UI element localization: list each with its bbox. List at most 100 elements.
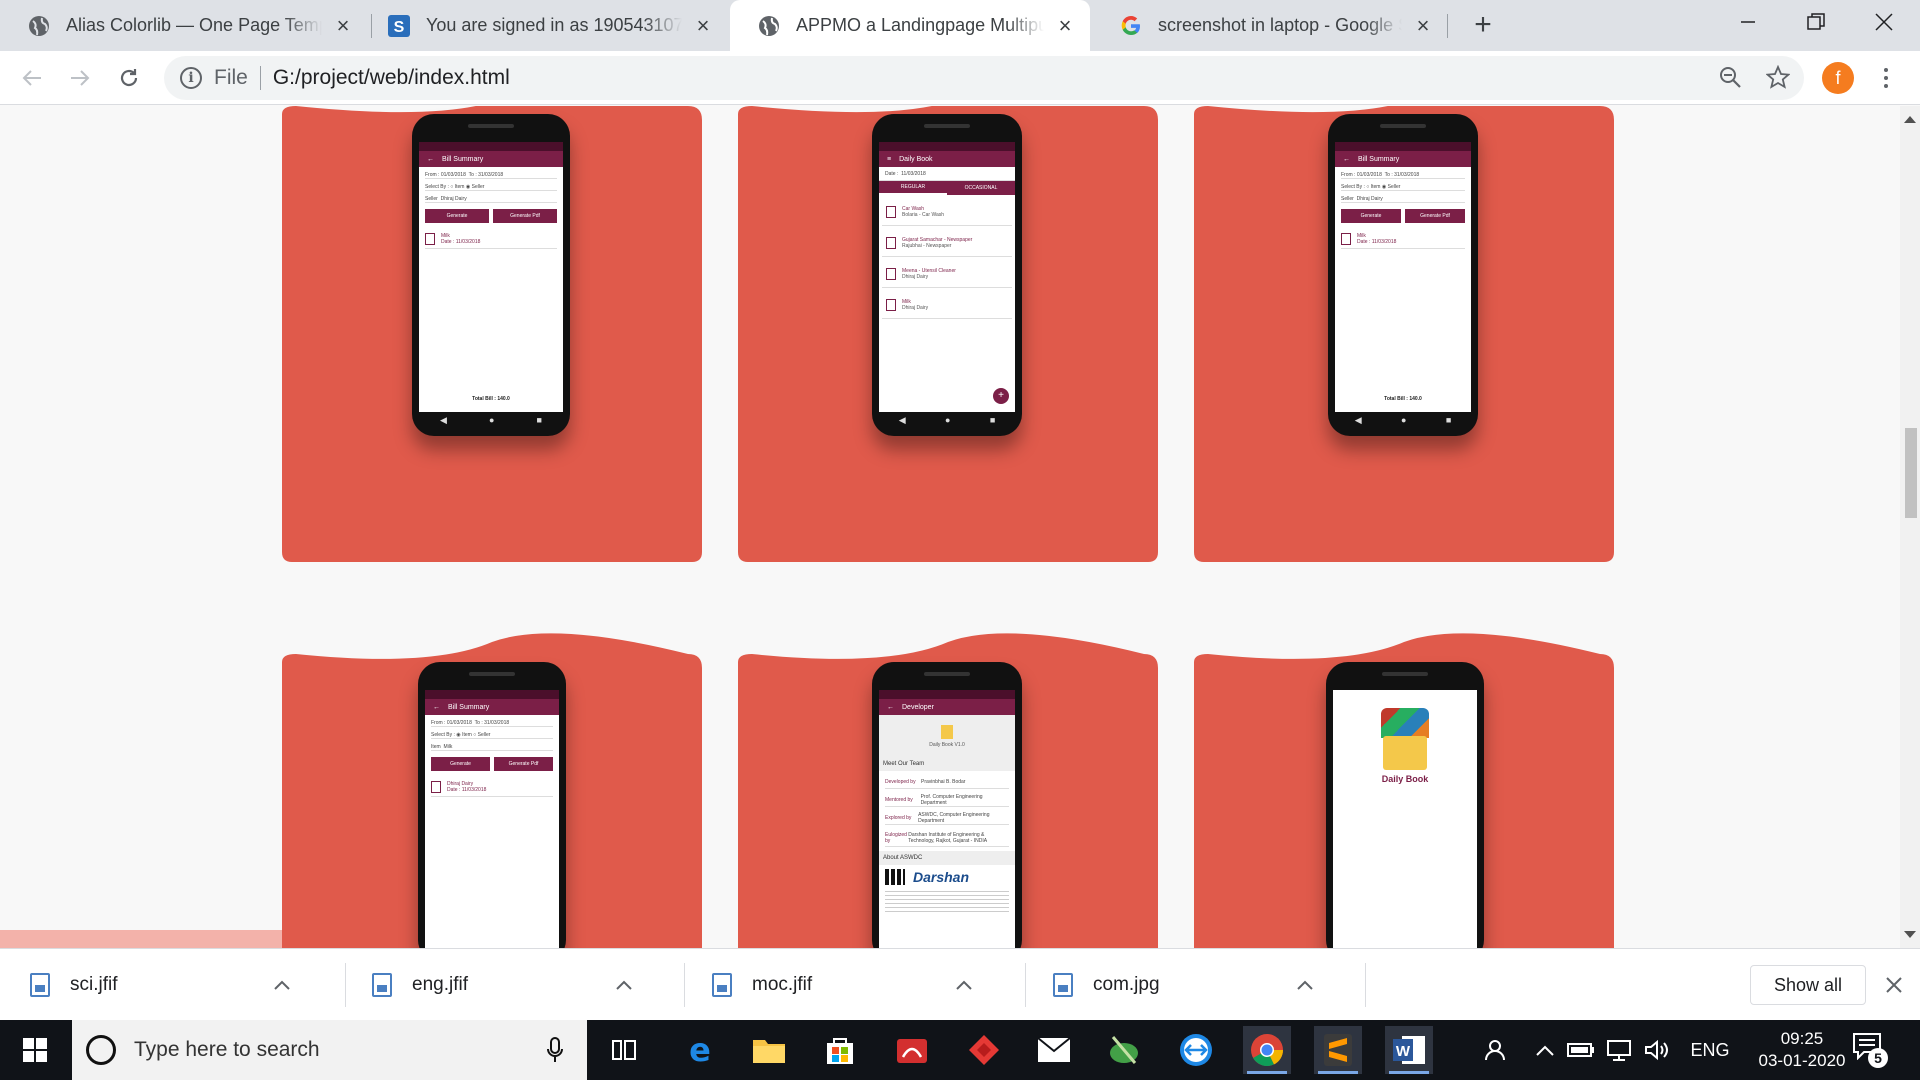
from-date: 01/03/2018 — [1356, 171, 1382, 178]
screenshot-card[interactable]: ← Bill Summary From : 01/03/2018 To : 31/… — [282, 626, 702, 948]
start-button[interactable] — [0, 1020, 70, 1080]
download-filename: eng.jfif — [412, 974, 468, 995]
chevron-up-icon[interactable] — [1293, 973, 1317, 997]
download-item[interactable]: moc.jfif — [712, 949, 976, 1021]
language-indicator[interactable]: ENG — [1680, 1020, 1740, 1080]
recents-nav-icon: ■ — [989, 415, 996, 425]
action-center-button[interactable]: 5 — [1852, 1032, 1888, 1068]
bookmark-button[interactable] — [1762, 61, 1794, 93]
tab-separator — [1447, 14, 1448, 38]
chevron-up-icon[interactable] — [270, 973, 294, 997]
browser-menu-button[interactable] — [1874, 62, 1898, 94]
restore-button[interactable] — [1782, 0, 1850, 44]
acrobat-app[interactable] — [888, 1026, 936, 1074]
seller-row: Seller Dhiraj Dairy — [1341, 195, 1465, 203]
svg-text:e: e — [689, 1033, 711, 1067]
back-button[interactable] — [15, 61, 49, 95]
anydesk-app[interactable] — [960, 1026, 1008, 1074]
status-bar — [879, 142, 1015, 151]
list-item: Milk Date : 11/03/2018 — [1341, 229, 1465, 249]
select-by-label: Select By : — [1341, 183, 1365, 190]
mail-app[interactable] — [1030, 1026, 1078, 1074]
team-role: Mentored by — [885, 796, 913, 803]
recents-nav-icon: ■ — [536, 415, 542, 425]
date-row: Date : 11/03/2018 — [879, 167, 1015, 181]
screen-title: Developer — [902, 703, 934, 711]
snipping-app[interactable] — [1100, 1026, 1148, 1074]
reload-button[interactable] — [112, 61, 146, 95]
show-all-button[interactable]: Show all — [1750, 965, 1866, 1005]
taskbar-search[interactable]: Type here to search — [72, 1020, 587, 1080]
microphone-icon[interactable] — [547, 1036, 563, 1064]
daily-book-logo — [1379, 708, 1431, 770]
profile-avatar[interactable]: f — [1822, 62, 1854, 94]
phone-mockup: ≡ Daily Book Date : 11/03/2018 REGULAR OCC… — [872, 114, 1022, 436]
screenshot-card[interactable]: ← Developer Daily Book V1.0 Meet Our Team… — [738, 626, 1158, 948]
network-button[interactable] — [1602, 1020, 1636, 1080]
tab-signed-in[interactable]: S You are signed in as 1905431070 × — [360, 0, 728, 51]
google-icon — [1120, 15, 1142, 37]
screenshot-card[interactable]: ← Bill Summary From : 01/03/2018 To : 31/… — [1194, 106, 1614, 562]
info-icon[interactable]: i — [180, 67, 202, 89]
scrollbar-thumb[interactable] — [1905, 428, 1917, 518]
download-item[interactable]: com.jpg — [1053, 949, 1317, 1021]
status-bar — [425, 690, 559, 699]
generate-pdf-button: Generate Pdf — [493, 209, 557, 223]
team-row: Developed by Pravinbhai B. Bodar — [885, 775, 1009, 789]
minimize-button[interactable] — [1714, 0, 1782, 44]
item-detail: Date : 11/03/2018 — [447, 786, 487, 793]
url-text[interactable]: G:/project/web/index.html — [273, 66, 510, 90]
sublime-app[interactable] — [1314, 1026, 1362, 1074]
edge-app[interactable]: e — [676, 1026, 724, 1074]
tray-overflow-button[interactable] — [1530, 1020, 1560, 1080]
teamviewer-app[interactable] — [1172, 1026, 1220, 1074]
select-by-row: Select By : ○ Item ◉ Seller — [1341, 183, 1465, 191]
close-icon[interactable]: × — [692, 14, 714, 37]
screenshot-card[interactable]: ← Bill Summary From : 01/03/2018 To : 31/… — [282, 106, 702, 562]
address-bar[interactable]: i File G:/project/web/index.html — [164, 56, 1804, 100]
screenshot-card[interactable]: Daily Book — [1194, 626, 1614, 948]
app-header: ← Bill Summary — [425, 699, 559, 715]
download-item[interactable]: eng.jfif — [372, 949, 636, 1021]
file-explorer-app[interactable] — [745, 1026, 793, 1074]
scroll-up-icon[interactable] — [1904, 116, 1916, 123]
item-title: Gujarat Samachar - Newspaper — [902, 236, 973, 243]
close-downloads-button[interactable] — [1880, 971, 1908, 999]
tab-google-search[interactable]: screenshot in laptop - Google Search × — [1092, 0, 1448, 51]
screen-title: Bill Summary — [442, 155, 484, 163]
battery-button[interactable] — [1564, 1020, 1598, 1080]
team-title: Meet Our Team — [879, 757, 1015, 771]
item-detail: Date : 11/03/2018 — [1357, 238, 1397, 245]
dot — [1884, 76, 1888, 80]
close-icon[interactable]: × — [1412, 14, 1434, 37]
chevron-up-icon[interactable] — [612, 973, 636, 997]
volume-button[interactable] — [1640, 1020, 1674, 1080]
tab-appmo[interactable]: APPMO a Landingpage Multipurpose × — [730, 0, 1090, 51]
chevron-up-icon[interactable] — [952, 973, 976, 997]
forward-button[interactable] — [63, 61, 97, 95]
tab-bar: REGULAR OCCASIONAL — [879, 181, 1015, 195]
zoom-out-icon — [1720, 67, 1741, 88]
phone-speaker — [924, 124, 970, 128]
note-icon — [886, 298, 896, 311]
diamond-app-icon — [969, 1035, 999, 1065]
tab-title: You are signed in as 1905431070 — [426, 15, 682, 35]
store-app[interactable] — [816, 1026, 864, 1074]
close-icon[interactable]: × — [1054, 14, 1076, 37]
chrome-app[interactable] — [1243, 1026, 1291, 1074]
scroll-down-icon[interactable] — [1904, 931, 1916, 938]
people-button[interactable] — [1476, 1020, 1516, 1080]
screenshot-card[interactable]: ≡ Daily Book Date : 11/03/2018 REGULAR OCC… — [738, 106, 1158, 562]
option-item: Item — [454, 183, 465, 190]
tab-alias-colorlib[interactable]: Alias Colorlib — One Page Template × — [0, 0, 368, 51]
clock[interactable]: 09:25 03-01-2020 — [1756, 1028, 1848, 1072]
page-scrollbar[interactable] — [1900, 106, 1920, 948]
app-screen-bill-summary: ← Bill Summary From : 01/03/2018 To : 31/… — [419, 142, 563, 412]
close-icon[interactable]: × — [332, 14, 354, 37]
task-view-button[interactable] — [600, 1026, 648, 1074]
download-item[interactable]: sci.jfif — [30, 949, 294, 1021]
zoom-button[interactable] — [1714, 61, 1746, 93]
new-tab-button[interactable]: + — [1467, 10, 1499, 42]
word-app[interactable]: W — [1385, 1026, 1433, 1074]
close-window-button[interactable] — [1850, 0, 1918, 44]
